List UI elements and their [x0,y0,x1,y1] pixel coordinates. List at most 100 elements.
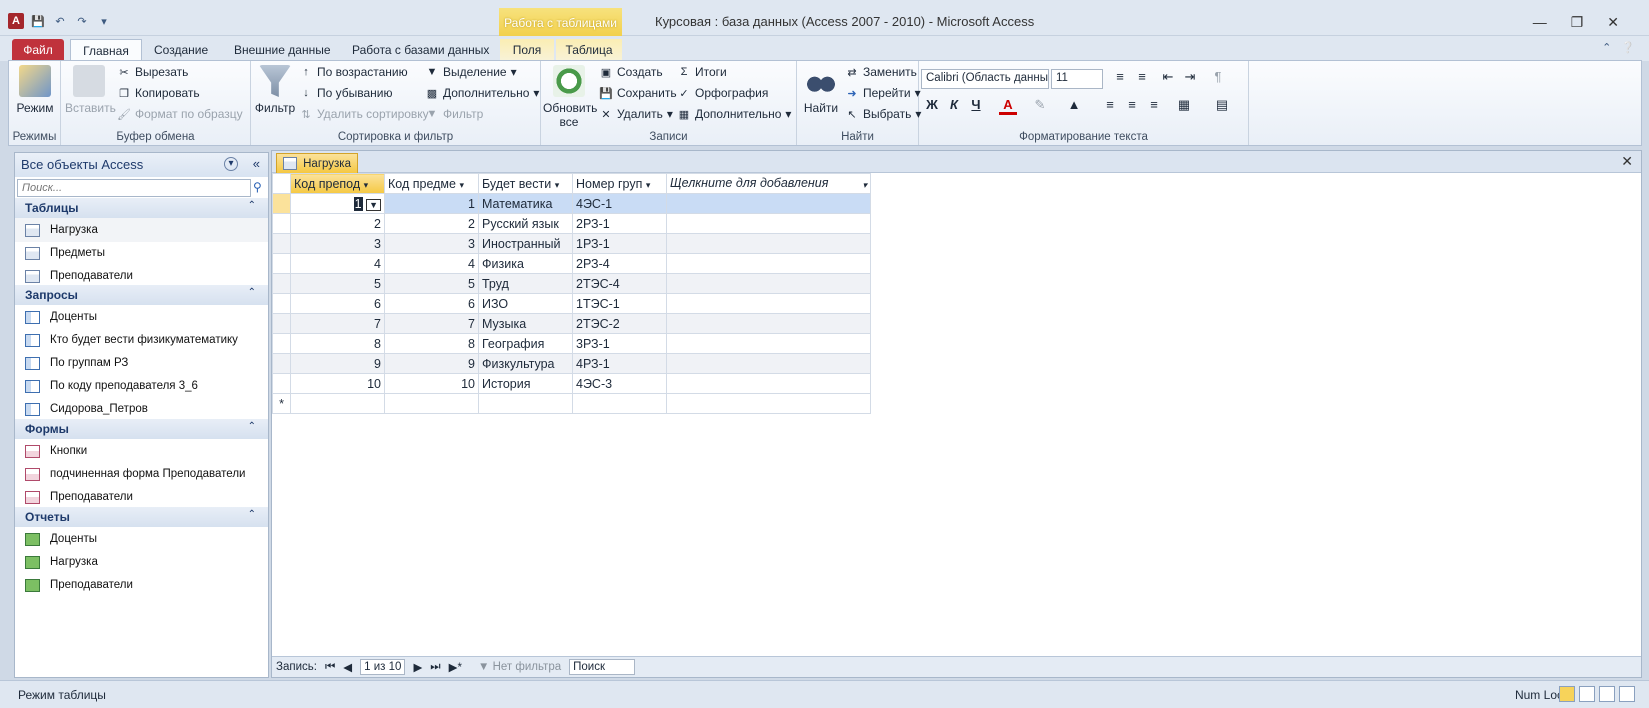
collapse-pane-icon[interactable]: « [253,156,260,171]
new-record-marker[interactable]: * [272,393,291,414]
record-selector[interactable] [272,253,291,274]
save-icon[interactable]: 💾 [30,13,46,29]
tab-external-data[interactable]: Внешние данные [226,39,339,61]
alternate-row-color-icon[interactable]: ▤ [1213,97,1231,113]
record-position-input[interactable]: 1 из 10 [360,659,406,675]
format-painter-button[interactable]: 🖌 Формат по образцу [117,107,243,121]
table-cell[interactable]: Физика [478,253,573,274]
table-row[interactable]: 9 9 Физкультура 4РЗ-1 [272,353,871,374]
increase-indent-icon[interactable]: ⇥ [1181,69,1199,85]
nav-item-query[interactable]: Доценты [15,305,268,329]
table-cell[interactable]: 2РЗ-4 [572,253,667,274]
table-cell[interactable]: 2 [384,213,479,234]
record-selector[interactable] [272,273,291,294]
table-cell[interactable] [666,213,871,234]
nav-item-form[interactable]: Преподаватели [15,485,268,509]
close-icon[interactable]: ✕ [1607,14,1619,31]
toggle-filter-button[interactable]: ▼ Фильтр [425,107,484,121]
table-cell[interactable]: 4РЗ-1 [572,353,667,374]
table-cell[interactable]: 2ТЭС-4 [572,273,667,294]
paragraph-direction-icon[interactable]: ¶ [1209,69,1227,84]
delete-record-button[interactable]: ✕ Удалить ▾ [599,107,672,121]
table-cell[interactable] [290,393,385,414]
table-cell[interactable]: 7 [290,313,385,334]
table-cell[interactable]: 6 [290,293,385,314]
nav-item-report[interactable]: Преподаватели [15,573,268,597]
refresh-all-button[interactable]: Обновить все [543,65,597,129]
table-cell[interactable]: 4ЭС-1 [572,193,667,214]
nav-item-query[interactable]: Сидорова_Петров [15,397,268,421]
design-view-icon[interactable] [1619,686,1635,702]
record-selector[interactable] [272,373,291,394]
copy-button[interactable]: ❐ Копировать [117,86,200,100]
table-row[interactable]: 1 ▼ 1 Математика 4ЭС-1 [272,193,871,214]
new-record-button[interactable]: ▣ Создать [599,65,663,79]
sort-ascending-button[interactable]: ↑ По возрастанию [299,65,407,79]
next-record-icon[interactable]: ▶ [413,660,422,674]
font-name-select[interactable]: Calibri (Область данны [921,69,1049,89]
tab-database-tools[interactable]: Работа с базами данных [344,39,497,61]
table-cell[interactable]: 3 [290,233,385,254]
table-cell[interactable]: Труд [478,273,573,294]
table-cell[interactable] [666,393,871,414]
table-cell[interactable]: 1 ▼ [290,193,385,214]
italic-button[interactable]: К [945,97,963,112]
table-cell[interactable]: 4 [384,253,479,274]
table-cell[interactable] [666,353,871,374]
totals-button[interactable]: Σ Итоги [677,65,727,79]
nav-item-report[interactable]: Доценты [15,527,268,551]
cut-button[interactable]: ✂ Вырезать [117,65,188,79]
underline-button[interactable]: Ч [967,97,985,112]
select-all-cell[interactable] [272,173,291,194]
goto-button[interactable]: ➜ Перейти ▾ [845,86,920,100]
table-row[interactable]: 10 10 История 4ЭС-3 [272,373,871,394]
table-cell[interactable]: Иностранный [478,233,573,254]
table-row[interactable]: 6 6 ИЗО 1ТЭС-1 [272,293,871,314]
chevron-down-icon[interactable]: ▾ [862,180,867,191]
table-cell[interactable] [666,253,871,274]
customize-qat-icon[interactable]: ▾ [96,13,112,29]
nav-item-report[interactable]: Нагрузка [15,550,268,574]
table-cell[interactable]: 8 [290,333,385,354]
paste-button[interactable]: Вставить [65,65,116,115]
table-cell[interactable] [384,393,479,414]
table-cell[interactable] [666,333,871,354]
table-row[interactable]: 8 8 География 3РЗ-1 [272,333,871,354]
table-row[interactable]: 5 5 Труд 2ТЭС-4 [272,273,871,294]
nav-item-form[interactable]: подчиненная форма Преподаватели [15,462,268,486]
column-header[interactable]: Код препод ▾ [290,173,385,194]
table-cell[interactable] [478,393,573,414]
record-selector[interactable] [272,193,291,214]
undo-icon[interactable]: ↶ [52,13,68,29]
record-selector[interactable] [272,293,291,314]
document-tab[interactable]: Нагрузка [276,153,358,173]
table-cell[interactable]: 7 [384,313,479,334]
table-cell[interactable]: 3РЗ-1 [572,333,667,354]
table-cell[interactable]: 4ЭС-3 [572,373,667,394]
dropdown-arrow-icon[interactable]: ▼ [366,198,381,211]
table-cell[interactable]: 5 [384,273,479,294]
search-icon[interactable]: ⚲ [253,180,262,194]
table-cell[interactable]: 1ТЭС-1 [572,293,667,314]
record-selector[interactable] [272,213,291,234]
pivot-chart-view-icon[interactable] [1599,686,1615,702]
nav-item-table[interactable]: Нагрузка [15,218,268,242]
previous-record-icon[interactable]: ◀ [343,660,352,674]
gridlines-icon[interactable]: ▦ [1175,97,1193,113]
record-selector[interactable] [272,333,291,354]
font-color-icon[interactable]: A [999,97,1017,115]
nav-menu-chevron-icon[interactable]: ▾ [224,157,238,171]
nav-header[interactable]: Все объекты Access ▾ « [15,153,268,177]
nav-search-input[interactable] [17,179,251,197]
table-row[interactable]: 4 4 Физика 2РЗ-4 [272,253,871,274]
table-cell[interactable] [666,233,871,254]
datasheet-view-icon[interactable] [1559,686,1575,702]
table-row[interactable]: 2 2 Русский язык 2РЗ-1 [272,213,871,234]
table-cell[interactable] [666,273,871,294]
table-cell[interactable]: Физкультура [478,353,573,374]
minimize-icon[interactable]: — [1533,14,1547,31]
table-cell[interactable]: 2ТЭС-2 [572,313,667,334]
table-cell[interactable]: ИЗО [478,293,573,314]
align-right-icon[interactable]: ≡ [1145,97,1163,112]
table-cell[interactable]: История [478,373,573,394]
